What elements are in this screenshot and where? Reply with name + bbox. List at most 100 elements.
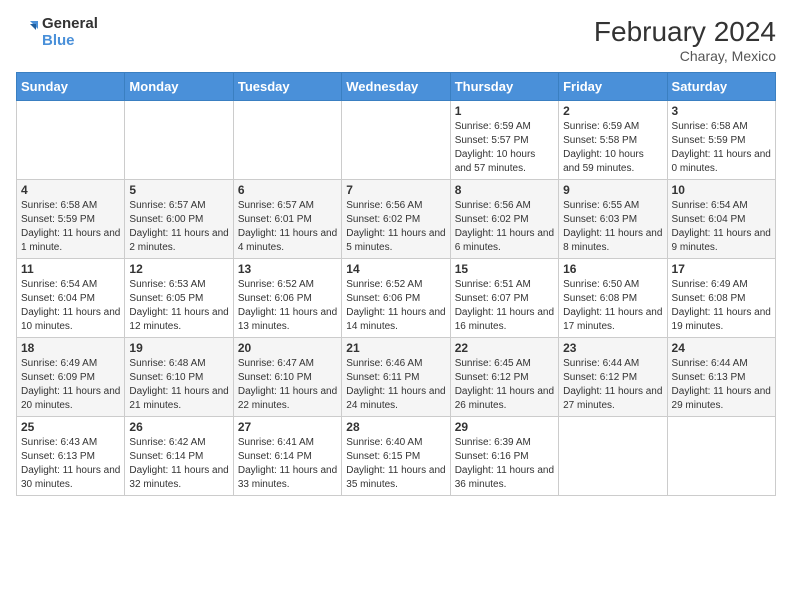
day-info-text: Sunrise: 6:45 AM Sunset: 6:12 PM Dayligh…	[455, 357, 554, 413]
logo: General Blue	[16, 16, 98, 49]
calendar-empty-cell	[125, 101, 233, 180]
calendar-day-cell: 2Sunrise: 6:59 AM Sunset: 5:58 PM Daylig…	[559, 101, 667, 180]
calendar-day-cell: 18Sunrise: 6:49 AM Sunset: 6:09 PM Dayli…	[17, 338, 125, 417]
day-number: 20	[238, 341, 337, 355]
day-of-week-header: Thursday	[450, 73, 558, 101]
calendar-header: SundayMondayTuesdayWednesdayThursdayFrid…	[17, 73, 776, 101]
day-info-text: Sunrise: 6:44 AM Sunset: 6:13 PM Dayligh…	[672, 357, 771, 413]
calendar-day-cell: 25 Sunrise: 6:43 AM Sunset: 6:13 PM Dayli…	[17, 417, 125, 496]
day-of-week-header: Friday	[559, 73, 667, 101]
calendar-table: SundayMondayTuesdayWednesdayThursdayFrid…	[16, 72, 776, 496]
day-number: 14	[346, 262, 445, 276]
calendar-week-row: 18Sunrise: 6:49 AM Sunset: 6:09 PM Dayli…	[17, 338, 776, 417]
calendar-day-cell: 28 Sunrise: 6:40 AM Sunset: 6:15 PM Dayli…	[342, 417, 450, 496]
day-number: 11	[21, 262, 120, 276]
day-of-week-header: Monday	[125, 73, 233, 101]
day-of-week-header: Wednesday	[342, 73, 450, 101]
calendar-empty-cell	[559, 417, 667, 496]
calendar-day-cell: 8 Sunrise: 6:56 AM Sunset: 6:02 PM Daylig…	[450, 180, 558, 259]
day-info-text: Sunrise: 6:57 AM Sunset: 6:01 PM Dayligh…	[238, 199, 337, 255]
day-number: 5	[129, 183, 228, 197]
calendar-day-cell: 14 Sunrise: 6:52 AM Sunset: 6:06 PM Dayli…	[342, 259, 450, 338]
day-info-text: Sunrise: 6:42 AM Sunset: 6:14 PM Dayligh…	[129, 436, 228, 492]
calendar-day-cell: 1 Sunrise: 6:59 AM Sunset: 5:57 PM Daylig…	[450, 101, 558, 180]
day-info-text: Sunrise: 6:41 AM Sunset: 6:14 PM Dayligh…	[238, 436, 337, 492]
calendar-empty-cell	[17, 101, 125, 180]
day-number: 13	[238, 262, 337, 276]
logo-container: General Blue	[16, 16, 98, 49]
day-number: 3	[672, 104, 771, 118]
day-number: 12	[129, 262, 228, 276]
day-number: 22	[455, 341, 554, 355]
calendar-day-cell: 4Sunrise: 6:58 AM Sunset: 5:59 PM Daylig…	[17, 180, 125, 259]
day-number: 25	[21, 420, 120, 434]
calendar-body: 1 Sunrise: 6:59 AM Sunset: 5:57 PM Daylig…	[17, 101, 776, 496]
day-info-text: Sunrise: 6:47 AM Sunset: 6:10 PM Dayligh…	[238, 357, 337, 413]
day-info-text: Sunrise: 6:50 AM Sunset: 6:08 PM Dayligh…	[563, 278, 662, 334]
day-info-text: Sunrise: 6:54 AM Sunset: 6:04 PM Dayligh…	[672, 199, 771, 255]
day-info-text: Sunrise: 6:43 AM Sunset: 6:13 PM Dayligh…	[21, 436, 120, 492]
calendar-day-cell: 3 Sunrise: 6:58 AM Sunset: 5:59 PM Daylig…	[667, 101, 775, 180]
calendar-day-cell: 11 Sunrise: 6:54 AM Sunset: 6:04 PM Dayli…	[17, 259, 125, 338]
day-info-text: Sunrise: 6:52 AM Sunset: 6:06 PM Dayligh…	[238, 278, 337, 334]
day-number: 23	[563, 341, 662, 355]
day-number: 27	[238, 420, 337, 434]
day-number: 1	[455, 104, 554, 118]
day-number: 28	[346, 420, 445, 434]
calendar-day-cell: 22 Sunrise: 6:45 AM Sunset: 6:12 PM Dayli…	[450, 338, 558, 417]
logo-text: General Blue	[42, 16, 98, 49]
day-number: 16	[563, 262, 662, 276]
calendar-week-row: 1 Sunrise: 6:59 AM Sunset: 5:57 PM Daylig…	[17, 101, 776, 180]
calendar-empty-cell	[667, 417, 775, 496]
calendar-day-cell: 26 Sunrise: 6:42 AM Sunset: 6:14 PM Dayli…	[125, 417, 233, 496]
day-number: 24	[672, 341, 771, 355]
day-number: 8	[455, 183, 554, 197]
calendar-day-cell: 17Sunrise: 6:49 AM Sunset: 6:08 PM Dayli…	[667, 259, 775, 338]
day-info-text: Sunrise: 6:56 AM Sunset: 6:02 PM Dayligh…	[346, 199, 445, 255]
calendar-day-cell: 9Sunrise: 6:55 AM Sunset: 6:03 PM Daylig…	[559, 180, 667, 259]
calendar-day-cell: 24 Sunrise: 6:44 AM Sunset: 6:13 PM Dayli…	[667, 338, 775, 417]
day-info-text: Sunrise: 6:48 AM Sunset: 6:10 PM Dayligh…	[129, 357, 228, 413]
calendar-empty-cell	[342, 101, 450, 180]
day-info-text: Sunrise: 6:44 AM Sunset: 6:12 PM Dayligh…	[563, 357, 662, 413]
calendar-day-cell: 6 Sunrise: 6:57 AM Sunset: 6:01 PM Daylig…	[233, 180, 341, 259]
logo-bird-icon	[16, 19, 38, 47]
calendar-day-cell: 20 Sunrise: 6:47 AM Sunset: 6:10 PM Dayli…	[233, 338, 341, 417]
day-info-text: Sunrise: 6:39 AM Sunset: 6:16 PM Dayligh…	[455, 436, 554, 492]
day-of-week-header: Saturday	[667, 73, 775, 101]
day-number: 29	[455, 420, 554, 434]
day-info-text: Sunrise: 6:58 AM Sunset: 5:59 PM Dayligh…	[672, 120, 771, 176]
day-of-week-header: Tuesday	[233, 73, 341, 101]
day-info-text: Sunrise: 6:53 AM Sunset: 6:05 PM Dayligh…	[129, 278, 228, 334]
day-info-text: Sunrise: 6:49 AM Sunset: 6:08 PM Dayligh…	[672, 278, 771, 334]
day-info-text: Sunrise: 6:51 AM Sunset: 6:07 PM Dayligh…	[455, 278, 554, 334]
day-info-text: Sunrise: 6:54 AM Sunset: 6:04 PM Dayligh…	[21, 278, 120, 334]
calendar-empty-cell	[233, 101, 341, 180]
day-number: 6	[238, 183, 337, 197]
day-info-text: Sunrise: 6:59 AM Sunset: 5:58 PM Dayligh…	[563, 120, 662, 176]
day-number: 26	[129, 420, 228, 434]
day-info-text: Sunrise: 6:59 AM Sunset: 5:57 PM Dayligh…	[455, 120, 554, 176]
calendar-day-cell: 21 Sunrise: 6:46 AM Sunset: 6:11 PM Dayli…	[342, 338, 450, 417]
calendar-day-cell: 29 Sunrise: 6:39 AM Sunset: 6:16 PM Dayli…	[450, 417, 558, 496]
day-info-text: Sunrise: 6:40 AM Sunset: 6:15 PM Dayligh…	[346, 436, 445, 492]
title-block: February 2024 Charay, Mexico	[594, 16, 776, 64]
day-info-text: Sunrise: 6:52 AM Sunset: 6:06 PM Dayligh…	[346, 278, 445, 334]
calendar-day-cell: 10 Sunrise: 6:54 AM Sunset: 6:04 PM Dayli…	[667, 180, 775, 259]
day-info-text: Sunrise: 6:57 AM Sunset: 6:00 PM Dayligh…	[129, 199, 228, 255]
day-info-text: Sunrise: 6:46 AM Sunset: 6:11 PM Dayligh…	[346, 357, 445, 413]
page-header: General Blue February 2024 Charay, Mexic…	[16, 16, 776, 64]
day-number: 10	[672, 183, 771, 197]
calendar-day-cell: 23 Sunrise: 6:44 AM Sunset: 6:12 PM Dayli…	[559, 338, 667, 417]
day-info-text: Sunrise: 6:56 AM Sunset: 6:02 PM Dayligh…	[455, 199, 554, 255]
calendar-day-cell: 16 Sunrise: 6:50 AM Sunset: 6:08 PM Dayli…	[559, 259, 667, 338]
calendar-week-row: 25 Sunrise: 6:43 AM Sunset: 6:13 PM Dayli…	[17, 417, 776, 496]
day-number: 21	[346, 341, 445, 355]
calendar-week-row: 4Sunrise: 6:58 AM Sunset: 5:59 PM Daylig…	[17, 180, 776, 259]
calendar-day-cell: 5 Sunrise: 6:57 AM Sunset: 6:00 PM Daylig…	[125, 180, 233, 259]
calendar-day-cell: 12 Sunrise: 6:53 AM Sunset: 6:05 PM Dayli…	[125, 259, 233, 338]
day-number: 19	[129, 341, 228, 355]
day-number: 7	[346, 183, 445, 197]
calendar-day-cell: 7 Sunrise: 6:56 AM Sunset: 6:02 PM Daylig…	[342, 180, 450, 259]
calendar-day-cell: 27 Sunrise: 6:41 AM Sunset: 6:14 PM Dayli…	[233, 417, 341, 496]
